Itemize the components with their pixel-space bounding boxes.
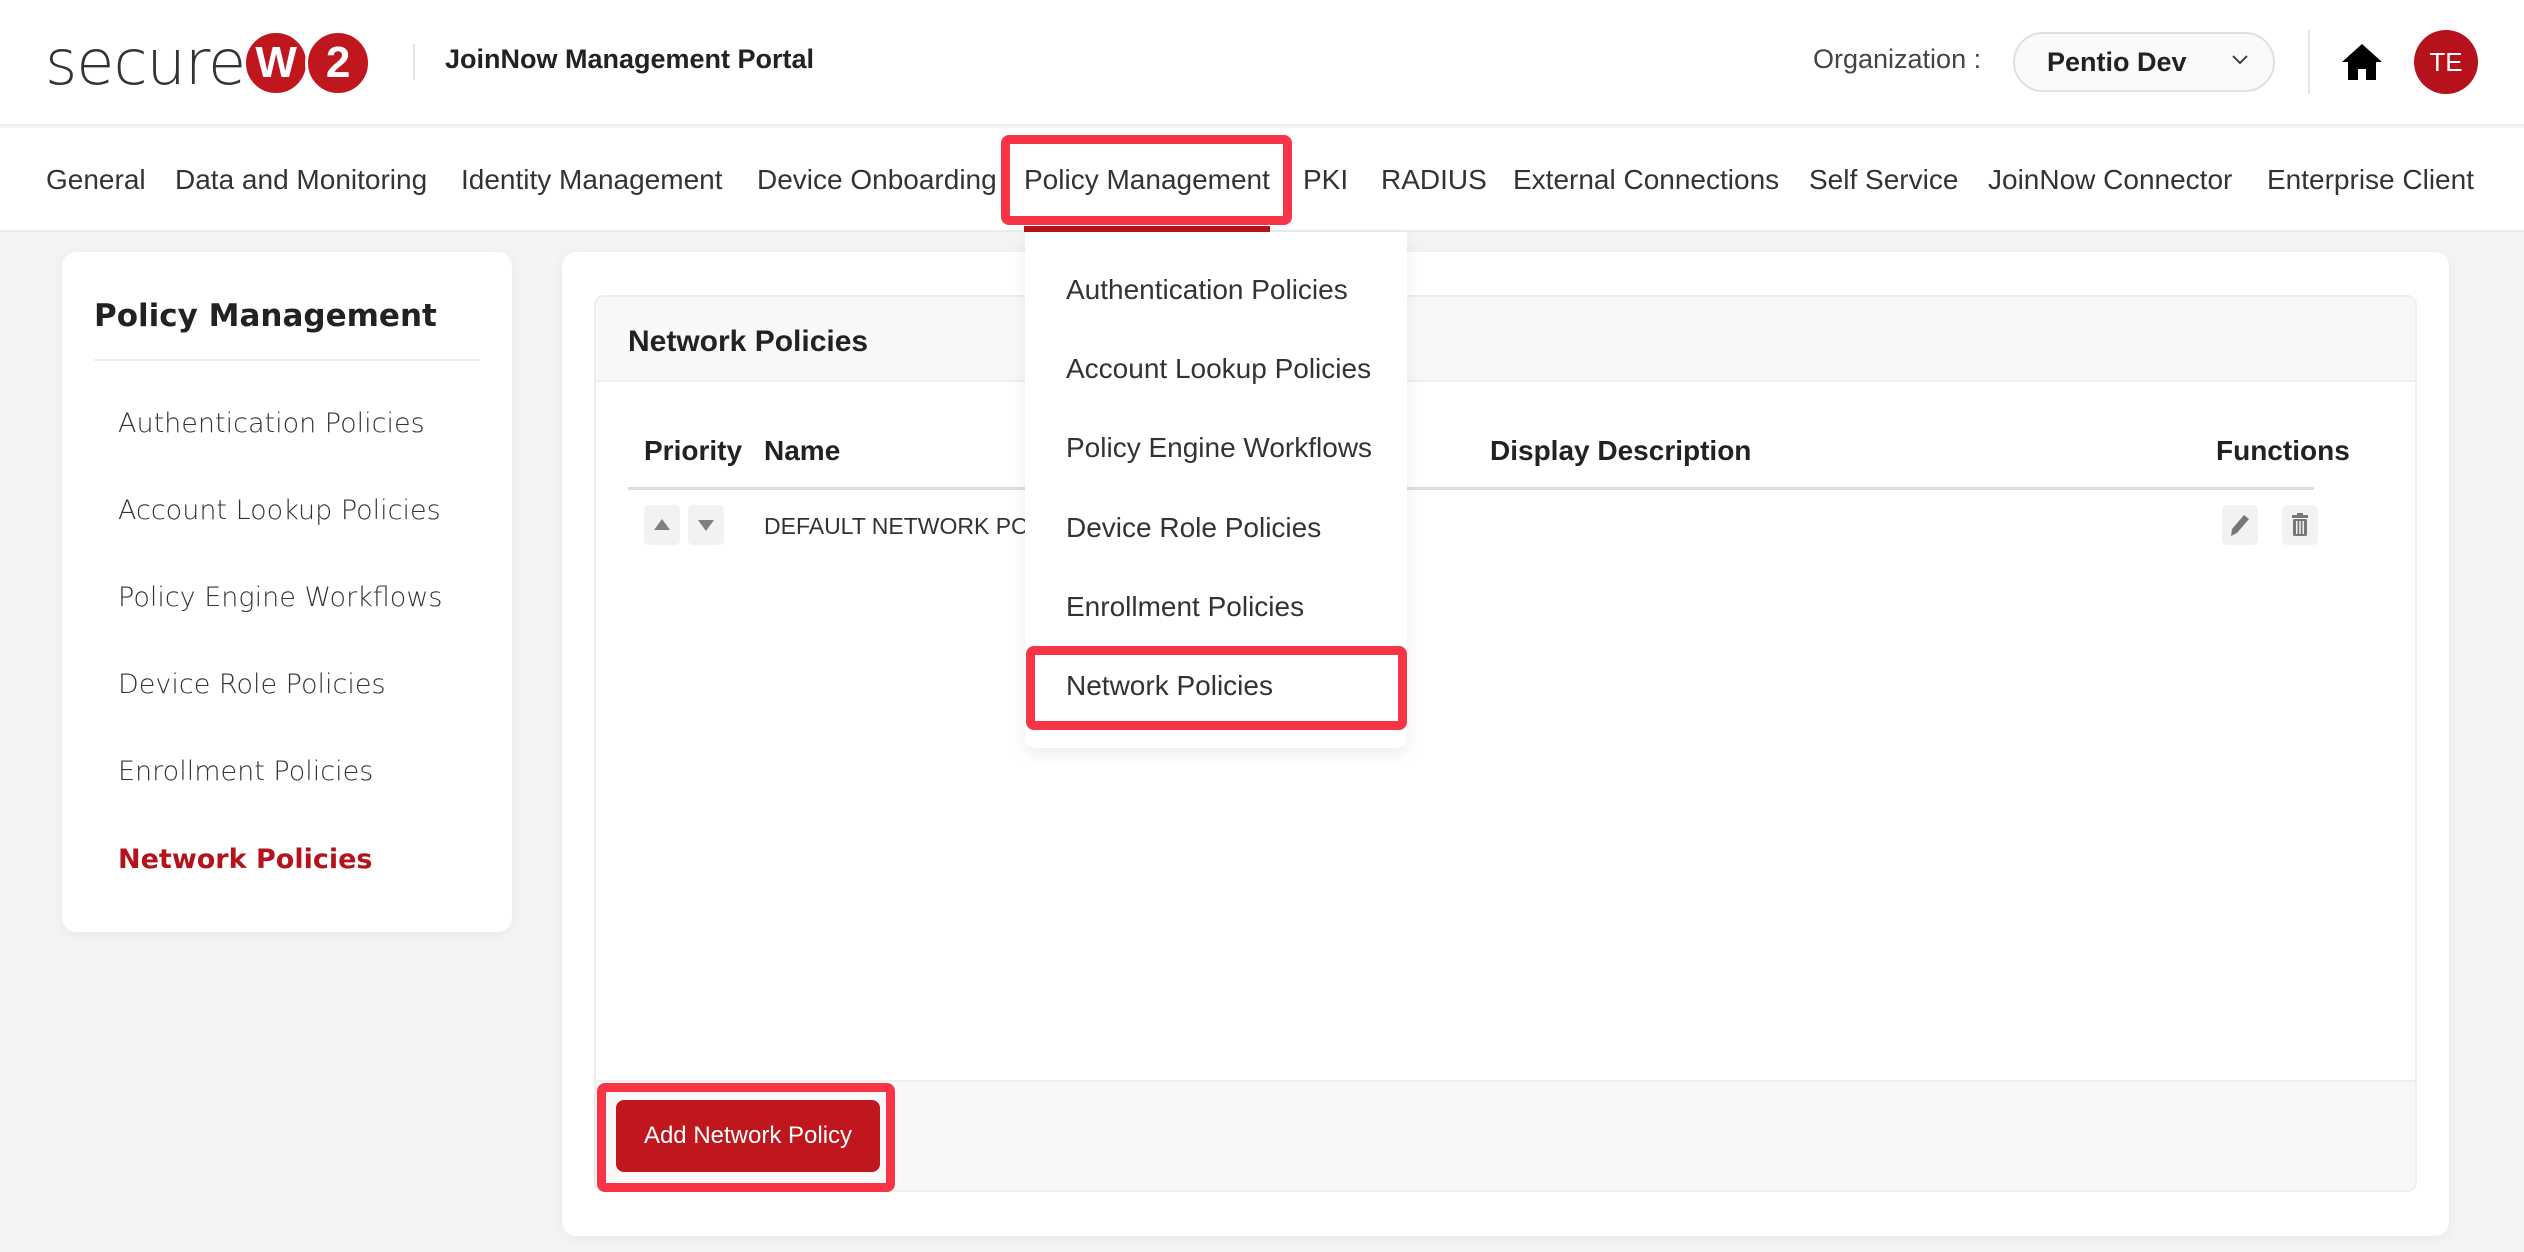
trash-icon xyxy=(2292,513,2308,536)
sidebar-item-device-role-policies[interactable]: Device Role Policies xyxy=(118,669,386,700)
header-divider xyxy=(2308,30,2310,94)
table-header-divider xyxy=(628,487,2314,490)
organization-value: Pentio Dev xyxy=(2047,46,2187,77)
nav-item-radius[interactable]: RADIUS xyxy=(1381,128,1487,232)
sidebar-item-account-lookup-policies[interactable]: Account Lookup Policies xyxy=(118,495,441,526)
nav-item-label: External Connections xyxy=(1513,164,1780,195)
pencil-icon xyxy=(2231,515,2249,536)
arrow-up-icon xyxy=(654,519,670,530)
nav-item-label: Data and Monitoring xyxy=(175,164,428,195)
column-header-functions: Functions xyxy=(2216,435,2350,466)
sidebar-item-enrollment-policies[interactable]: Enrollment Policies xyxy=(118,756,373,787)
sidebar-divider xyxy=(94,359,480,361)
nav-item-label: General xyxy=(46,164,146,195)
nav-item-joinnow-connector[interactable]: JoinNow Connector xyxy=(1988,128,2232,232)
nav-item-label: Self Service xyxy=(1809,164,1959,195)
user-avatar[interactable]: TE xyxy=(2414,30,2478,94)
arrow-down-icon xyxy=(698,520,714,531)
dropdown-item-authentication-policies[interactable]: Authentication Policies xyxy=(1066,274,1348,306)
edit-button[interactable] xyxy=(2222,505,2258,545)
column-header-priority[interactable]: Priority xyxy=(644,435,742,467)
table-row: DEFAULT NETWORK POL xyxy=(596,493,2415,563)
nav-item-enterprise-client[interactable]: Enterprise Client xyxy=(2267,128,2474,232)
logo-badge-2: 2 xyxy=(305,30,372,96)
nav-item-external-connections[interactable]: External Connections xyxy=(1513,128,1779,232)
nav-item-label: Policy Management xyxy=(1024,164,1270,195)
sidebar-item-authentication-policies[interactable]: Authentication Policies xyxy=(118,408,425,439)
add-network-policy-button[interactable]: Add Network Policy xyxy=(616,1100,880,1172)
dropdown-item-policy-engine-workflows[interactable]: Policy Engine Workflows xyxy=(1066,432,1372,464)
sidebar: Policy Management Authentication Policie… xyxy=(62,252,512,932)
nav-item-data-and-monitoring[interactable]: Data and Monitoring xyxy=(175,128,427,232)
network-policies-panel: Network Policies Priority Name Display D… xyxy=(594,295,2417,1192)
nav-item-label: Enterprise Client xyxy=(2267,164,2474,195)
nav-item-label: Device Onboarding xyxy=(757,164,997,195)
policy-name-cell: DEFAULT NETWORK POL xyxy=(764,513,1042,539)
panel-header: Network Policies xyxy=(596,297,2415,382)
nav-item-label: RADIUS xyxy=(1381,164,1487,195)
nav-item-general[interactable]: General xyxy=(46,128,146,232)
organization-label: Organization : xyxy=(1813,44,1982,74)
main-nav: General Data and Monitoring Identity Man… xyxy=(0,128,2524,232)
dropdown-item-network-policies[interactable]: Network Policies xyxy=(1066,670,1273,702)
policy-management-dropdown: Authentication Policies Account Lookup P… xyxy=(1025,232,1407,748)
nav-item-label: JoinNow Connector xyxy=(1988,164,2233,195)
top-header: secure W 2 JoinNow Management Portal Org… xyxy=(0,0,2524,126)
home-icon[interactable] xyxy=(2340,42,2384,82)
header-divider xyxy=(413,44,415,80)
move-up-button[interactable] xyxy=(644,505,680,545)
nav-item-policy-management[interactable]: Policy Management xyxy=(1024,128,1270,232)
nav-item-device-onboarding[interactable]: Device Onboarding xyxy=(757,128,997,232)
column-header-name[interactable]: Name xyxy=(764,435,840,467)
chevron-down-icon xyxy=(2232,55,2248,65)
main-card: Network Policies Priority Name Display D… xyxy=(562,252,2449,1236)
panel-title: Network Policies xyxy=(628,325,869,358)
nav-item-identity-management[interactable]: Identity Management xyxy=(461,128,723,232)
securew2-logo[interactable]: secure W 2 xyxy=(45,26,372,99)
nav-item-label: Identity Management xyxy=(461,164,723,195)
dropdown-item-account-lookup-policies[interactable]: Account Lookup Policies xyxy=(1066,353,1371,385)
sidebar-item-policy-engine-workflows[interactable]: Policy Engine Workflows xyxy=(118,582,442,613)
nav-item-self-service[interactable]: Self Service xyxy=(1809,128,1958,232)
nav-item-pki[interactable]: PKI xyxy=(1303,128,1348,232)
dropdown-item-device-role-policies[interactable]: Device Role Policies xyxy=(1066,512,1321,544)
delete-button[interactable] xyxy=(2282,505,2318,545)
portal-title: JoinNow Management Portal xyxy=(445,44,815,74)
organization-select[interactable]: Pentio Dev xyxy=(2013,32,2275,92)
dropdown-item-enrollment-policies[interactable]: Enrollment Policies xyxy=(1066,591,1304,623)
sidebar-item-network-policies[interactable]: Network Policies xyxy=(118,844,372,875)
nav-item-label: PKI xyxy=(1303,164,1349,195)
sidebar-title: Policy Management xyxy=(94,298,437,334)
logo-wordmark: secure xyxy=(45,26,246,99)
panel-footer: Add Network Policy xyxy=(596,1080,2415,1190)
column-header-display-description[interactable]: Display Description xyxy=(1490,435,1751,467)
move-down-button[interactable] xyxy=(688,505,724,545)
logo-badge-w: W xyxy=(243,30,310,96)
